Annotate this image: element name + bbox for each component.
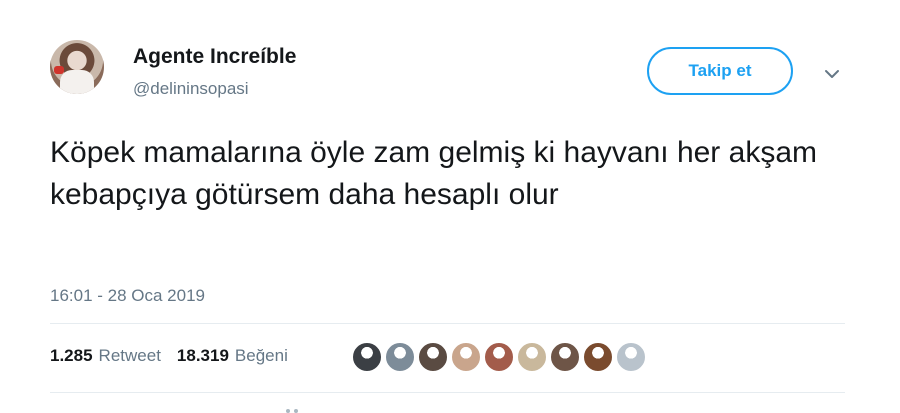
like-count[interactable]: 18.319 xyxy=(177,346,229,366)
liker-avatar-9[interactable] xyxy=(616,342,646,372)
author-username[interactable]: @delininsopasi xyxy=(133,79,249,99)
liker-avatar-4[interactable] xyxy=(451,342,481,372)
avatar-detail xyxy=(54,66,64,74)
liker-avatar-2[interactable] xyxy=(385,342,415,372)
reply-icon[interactable] xyxy=(284,405,300,413)
retweet-label[interactable]: Retweet xyxy=(99,346,161,366)
tweet-stats: 1.285 Retweet 18.319 Beğeni xyxy=(50,346,288,366)
author-display-name[interactable]: Agente Increíble xyxy=(133,45,296,69)
follow-button[interactable]: Takip et xyxy=(647,47,793,95)
liker-avatar-3[interactable] xyxy=(418,342,448,372)
chevron-down-icon[interactable] xyxy=(822,64,842,84)
like-label[interactable]: Beğeni xyxy=(235,346,288,366)
likers-avatar-list xyxy=(352,342,649,374)
liker-avatar-8[interactable] xyxy=(583,342,613,372)
liker-avatar-7[interactable] xyxy=(550,342,580,372)
liker-avatar-5[interactable] xyxy=(484,342,514,372)
liker-avatar-1[interactable] xyxy=(352,342,382,372)
tweet-text: Köpek mamalarına öyle zam gelmiş ki hayv… xyxy=(50,136,817,211)
liker-avatar-6[interactable] xyxy=(517,342,547,372)
tweet-timestamp[interactable]: 16:01 - 28 Oca 2019 xyxy=(50,286,205,306)
retweet-count[interactable]: 1.285 xyxy=(50,346,93,366)
tweet-card: Agente Increíble @delininsopasi Takip et… xyxy=(0,0,900,413)
author-avatar[interactable] xyxy=(50,40,104,94)
divider xyxy=(50,323,845,324)
divider xyxy=(50,392,845,393)
